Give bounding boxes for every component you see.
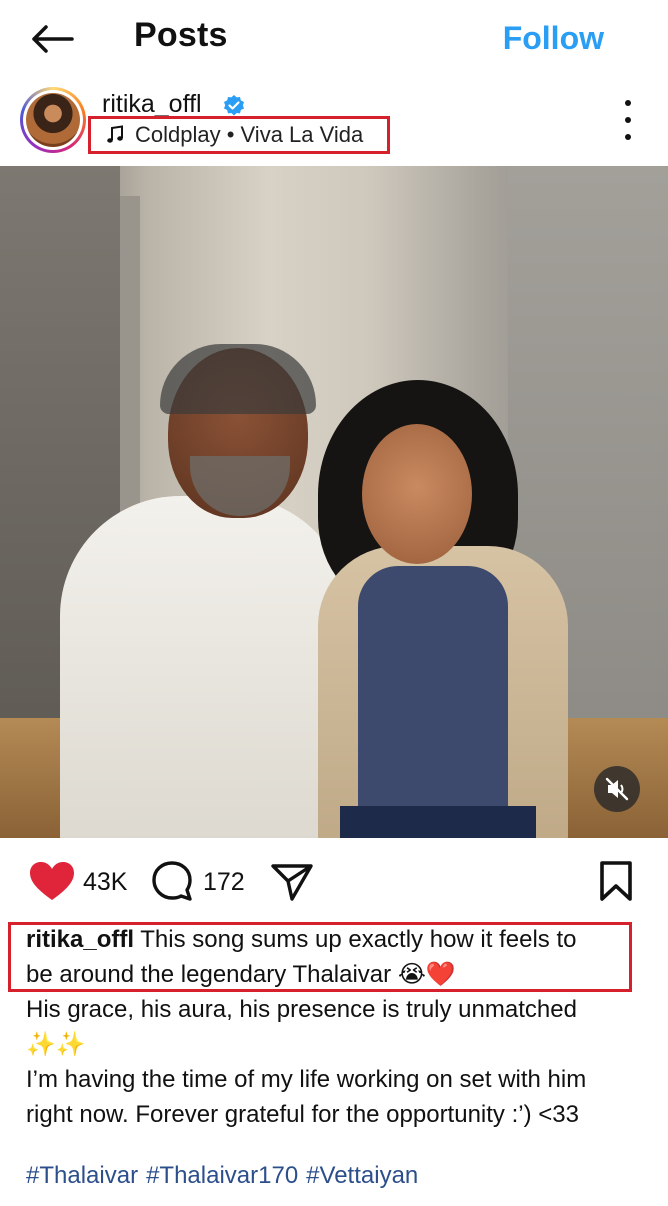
hashtag-link[interactable]: #Thalaivar170 <box>146 1162 298 1189</box>
caption-line-6: right now. Forever grateful for the oppo… <box>26 1101 579 1128</box>
follow-button[interactable]: Follow <box>503 20 604 57</box>
caption-line-2: be around the legendary Thalaivar 😭❤️ <box>26 961 456 988</box>
caption-line-4: ✨✨ <box>26 1031 86 1058</box>
caption-line-3: His grace, his aura, his presence is tru… <box>26 996 577 1023</box>
avatar[interactable] <box>20 87 86 153</box>
post-actions: 43K 172 <box>0 848 668 914</box>
verified-badge-icon <box>224 95 244 116</box>
avatar-image <box>26 93 80 147</box>
caption-line-1: ritika_offl This song sums up exactly ho… <box>26 926 577 953</box>
bookmark-icon[interactable] <box>598 860 634 902</box>
hashtag-link[interactable]: #Thalaivar <box>26 1162 138 1189</box>
comment-icon[interactable] <box>150 860 194 902</box>
mute-button[interactable] <box>594 766 640 812</box>
music-note-icon <box>107 125 123 143</box>
hashtag-link[interactable]: #Vettaiyan <box>306 1162 418 1189</box>
like-count[interactable]: 43K <box>83 868 127 897</box>
comment-count[interactable]: 172 <box>203 868 245 897</box>
back-arrow-icon <box>32 25 74 53</box>
caption-line-5: I’m having the time of my life working o… <box>26 1066 587 1093</box>
more-options-icon[interactable] <box>616 100 640 140</box>
post-caption: ritika_offl This song sums up exactly ho… <box>26 922 646 1132</box>
music-track-link[interactable]: Coldplay • Viva La Vida <box>88 116 390 154</box>
page-title: Posts <box>134 16 228 54</box>
post-photo[interactable] <box>0 166 668 838</box>
hashtags: #Thalaivar #Thalaivar170 #Vettaiyan <box>26 1162 426 1190</box>
caption-username[interactable]: ritika_offl <box>26 926 134 953</box>
post-header: ritika_offl Coldplay • Viva La Vida <box>0 82 668 162</box>
top-bar: Posts Follow <box>0 0 668 80</box>
music-track-label: Coldplay • Viva La Vida <box>135 122 364 147</box>
share-icon[interactable] <box>270 862 314 902</box>
heart-icon[interactable] <box>28 860 76 902</box>
mute-icon <box>605 777 629 801</box>
post-username[interactable]: ritika_offl <box>102 90 202 119</box>
back-button[interactable] <box>26 18 78 60</box>
